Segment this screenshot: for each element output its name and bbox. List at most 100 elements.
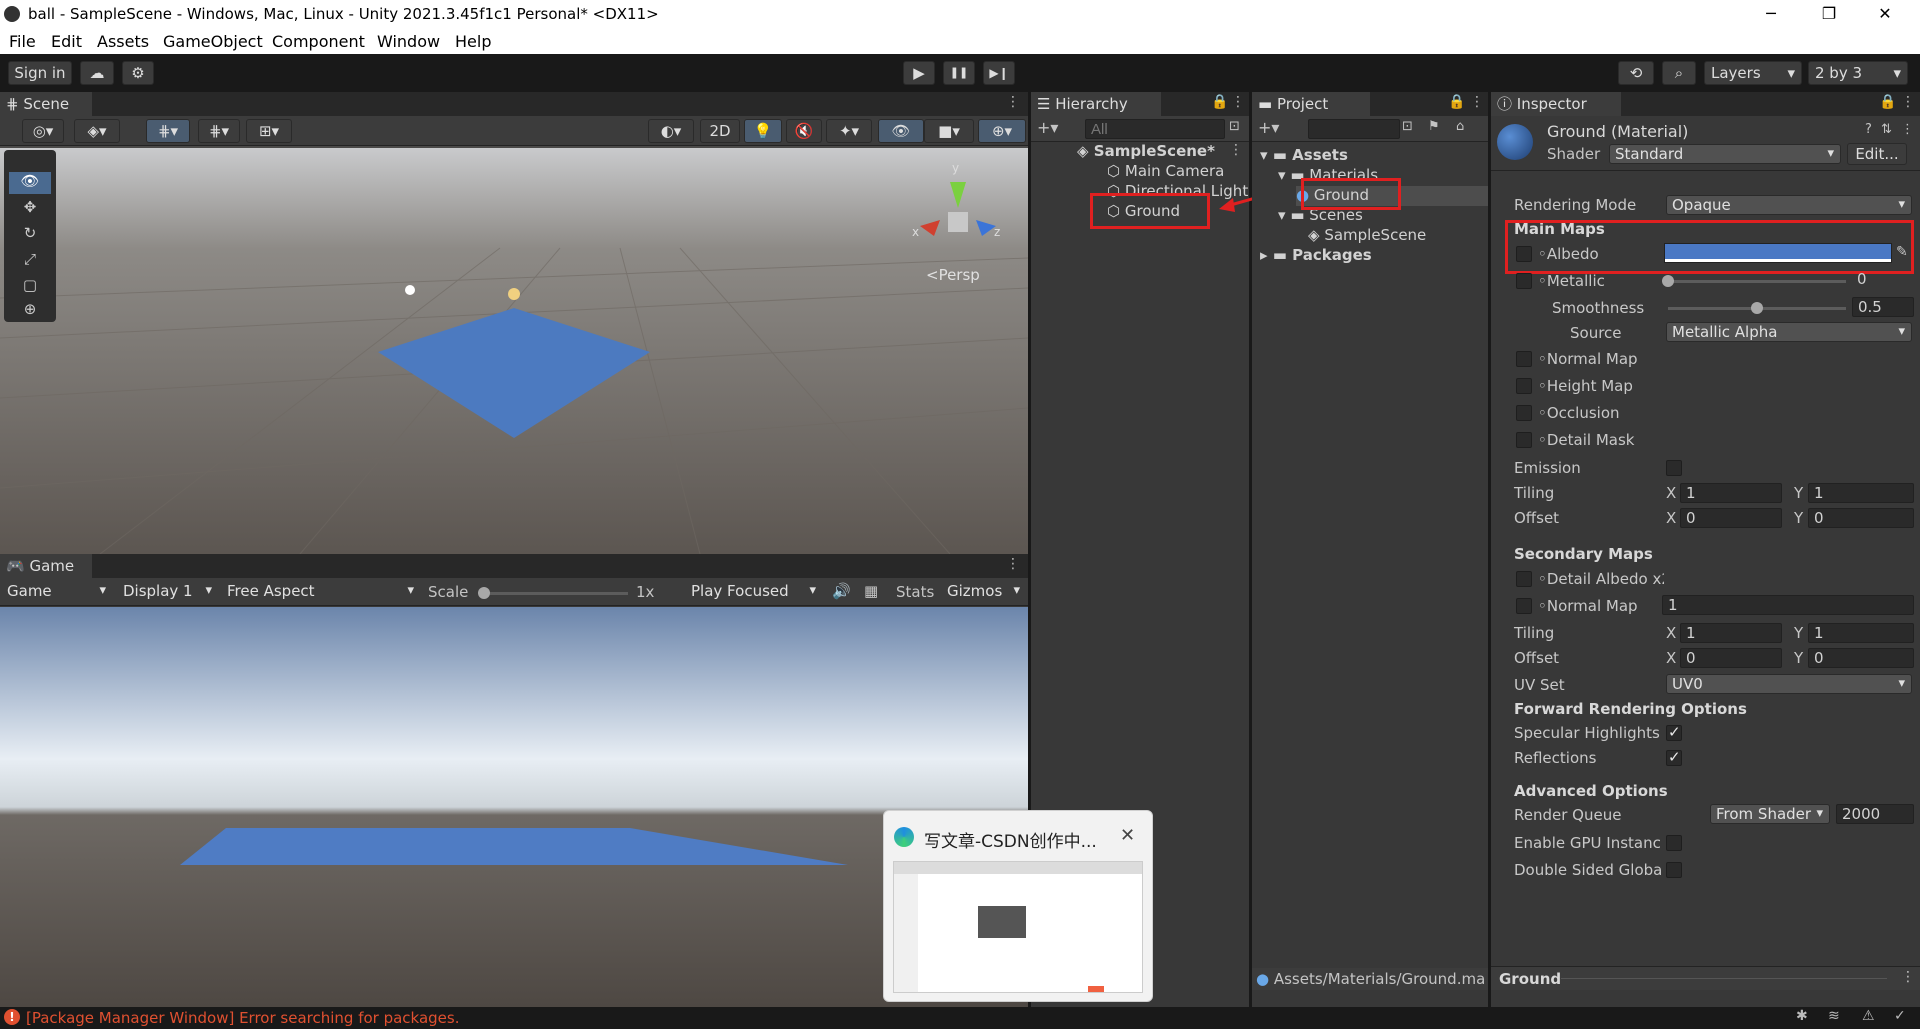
hierarchy-menu-icon[interactable]: ⋮ bbox=[1231, 94, 1245, 110]
menu-window[interactable]: Window bbox=[377, 32, 440, 51]
cloud-icon[interactable]: ☁ bbox=[80, 61, 114, 85]
scene-options-icon[interactable]: ⋮ bbox=[1229, 142, 1243, 158]
detail-mask-texture-slot[interactable] bbox=[1516, 432, 1532, 448]
create-asset-button[interactable]: +▾ bbox=[1258, 118, 1279, 137]
aspect-dropdown[interactable]: Free Aspect bbox=[222, 582, 420, 602]
render-queue-field[interactable]: 2000 bbox=[1836, 804, 1914, 824]
lock-icon[interactable]: 🔒 bbox=[1879, 94, 1896, 110]
scene-menu-icon[interactable]: ⋮ bbox=[1006, 94, 1020, 110]
audio-mute-icon[interactable]: 🔇 bbox=[786, 119, 822, 143]
play-focused-dropdown[interactable]: Play Focused bbox=[686, 582, 822, 602]
cache-icon[interactable]: ≋ bbox=[1828, 1008, 1840, 1024]
collab-gear-icon[interactable]: ⚙ bbox=[122, 61, 154, 85]
tab-project[interactable]: ▬ Project bbox=[1252, 92, 1370, 116]
smoothness-slider-knob[interactable] bbox=[1751, 302, 1763, 314]
offset-y-field[interactable]: 0 bbox=[1808, 508, 1914, 528]
shader-dropdown[interactable]: Standard bbox=[1609, 144, 1841, 164]
add-object-button[interactable]: +▾ bbox=[1037, 118, 1058, 137]
secondary-offset-x-field[interactable]: 0 bbox=[1680, 648, 1782, 668]
play-button[interactable]: ▶ bbox=[903, 61, 935, 85]
tiling-y-field[interactable]: 1 bbox=[1808, 483, 1914, 503]
tab-hierarchy[interactable]: ☰ Hierarchy bbox=[1031, 92, 1161, 116]
inspector-menu-icon[interactable]: ⋮ bbox=[1901, 94, 1915, 110]
sign-in-button[interactable]: Sign in bbox=[8, 61, 72, 85]
move-tool-icon[interactable]: ✥ bbox=[9, 198, 51, 220]
volume-icon[interactable]: 🔊 bbox=[832, 582, 851, 600]
popup-thumbnail[interactable] bbox=[893, 861, 1143, 993]
menu-help[interactable]: Help bbox=[455, 32, 491, 51]
view-tool-icon[interactable]: 👁 bbox=[9, 172, 51, 194]
menu-assets[interactable]: Assets bbox=[97, 32, 149, 51]
secondary-normal-scale-field[interactable]: 1 bbox=[1662, 595, 1914, 615]
collab-icon[interactable]: ⚠ bbox=[1862, 1008, 1875, 1024]
search-filter-icon[interactable]: ⊡ bbox=[1229, 119, 1240, 134]
render-queue-dropdown[interactable]: From Shader bbox=[1710, 804, 1830, 824]
scale-tool-icon[interactable]: ⤢ bbox=[9, 250, 51, 272]
tag-icon[interactable]: ⌂ bbox=[1456, 119, 1464, 134]
rendering-mode-dropdown[interactable]: Opaque bbox=[1666, 195, 1912, 215]
pause-button[interactable]: ❚❚ bbox=[943, 61, 975, 85]
ruler-icon[interactable]: ⊞▾ bbox=[246, 119, 292, 143]
debug-icon[interactable]: ✱ bbox=[1796, 1008, 1808, 1024]
error-icon[interactable]: ! bbox=[4, 1009, 20, 1025]
lock-icon[interactable]: 🔒 bbox=[1448, 94, 1465, 110]
occlusion-texture-slot[interactable] bbox=[1516, 405, 1532, 421]
layers-dropdown[interactable]: Layers ▾ bbox=[1704, 61, 1802, 85]
search-icon[interactable]: ⌕ bbox=[1662, 61, 1696, 85]
metallic-slider-knob[interactable] bbox=[1662, 275, 1674, 287]
metallic-value-field[interactable]: 0 bbox=[1852, 270, 1914, 290]
preview-menu-icon[interactable]: ⋮ bbox=[1901, 969, 1915, 985]
tab-inspector[interactable]: ⓘ Inspector bbox=[1491, 92, 1621, 116]
project-tree-assets[interactable]: ▾ ▬ Assets bbox=[1260, 146, 1348, 164]
stats-button[interactable]: Stats bbox=[896, 583, 934, 601]
tiling-x-field[interactable]: 1 bbox=[1680, 483, 1782, 503]
edit-shader-button[interactable]: Edit... bbox=[1847, 143, 1907, 165]
normal-map-texture-slot[interactable] bbox=[1516, 351, 1532, 367]
rect-tool-icon[interactable]: ▢ bbox=[9, 276, 51, 298]
grid-snap-icon[interactable]: ⋕▾ bbox=[146, 119, 190, 143]
secondary-normal-map-slot[interactable] bbox=[1516, 598, 1532, 614]
game-viewport[interactable] bbox=[0, 607, 1028, 1007]
camera-icon[interactable]: ■▾ bbox=[924, 119, 974, 143]
secondary-tiling-x-field[interactable]: 1 bbox=[1680, 623, 1782, 643]
grid-icon[interactable]: ▦ bbox=[864, 582, 878, 600]
project-tree-packages[interactable]: ▸ ▬ Packages bbox=[1260, 246, 1372, 264]
menu-file[interactable]: File bbox=[9, 32, 36, 51]
menu-component[interactable]: Component bbox=[272, 32, 365, 51]
uv-set-dropdown[interactable]: UV0 bbox=[1666, 674, 1912, 694]
snap-increment-icon[interactable]: ⋕▾ bbox=[198, 119, 240, 143]
mode-2d-button[interactable]: 2D bbox=[700, 119, 740, 143]
gpu-instancing-checkbox[interactable] bbox=[1666, 835, 1682, 851]
status-error-message[interactable]: [Package Manager Window] Error searching… bbox=[26, 1009, 460, 1027]
effects-icon[interactable]: ✦▾ bbox=[826, 119, 872, 143]
game-menu-icon[interactable]: ⋮ bbox=[1006, 556, 1020, 572]
game-view-dropdown[interactable]: Game bbox=[2, 582, 112, 602]
project-search-input[interactable] bbox=[1308, 119, 1400, 139]
draw-mode-icon[interactable]: ◎▾ bbox=[22, 119, 64, 143]
history-icon[interactable]: ⟲ bbox=[1618, 61, 1654, 85]
scene-viewport[interactable]: y x z <Persp bbox=[0, 148, 1028, 554]
gizmos-globe-icon[interactable]: ⊕▾ bbox=[978, 119, 1026, 143]
directional-light-icon[interactable] bbox=[508, 288, 520, 300]
smoothness-value-field[interactable]: 0.5 bbox=[1852, 297, 1914, 317]
component-menu-icon[interactable]: ⋮ bbox=[1901, 122, 1914, 137]
metallic-texture-slot[interactable] bbox=[1516, 273, 1532, 289]
minimize-button[interactable]: ─ bbox=[1748, 2, 1794, 26]
layout-dropdown[interactable]: 2 by 3 ▾ bbox=[1808, 61, 1908, 85]
taskbar-preview-popup[interactable]: 写文章-CSDN创作中... ✕ bbox=[883, 810, 1153, 1002]
double-sided-gi-checkbox[interactable] bbox=[1666, 862, 1682, 878]
lock-icon[interactable]: 🔒 bbox=[1211, 94, 1228, 110]
scale-slider-knob[interactable] bbox=[478, 587, 490, 599]
tab-game[interactable]: 🎮 Game bbox=[0, 554, 92, 578]
preset-icon[interactable]: ⇅ bbox=[1881, 122, 1892, 137]
secondary-offset-y-field[interactable]: 0 bbox=[1808, 648, 1914, 668]
metallic-slider-track[interactable] bbox=[1668, 280, 1846, 283]
step-button[interactable]: ▶❙ bbox=[983, 61, 1015, 85]
lighting-icon[interactable]: 💡 bbox=[744, 119, 782, 143]
hierarchy-scene-root[interactable]: ◈ SampleScene* bbox=[1077, 142, 1215, 160]
rotate-tool-icon[interactable]: ↻ bbox=[9, 224, 51, 246]
help-icon[interactable]: ? bbox=[1865, 122, 1872, 137]
transform-tool-icon[interactable]: ⊕ bbox=[9, 300, 51, 320]
menu-gameobject[interactable]: GameObject bbox=[163, 32, 263, 51]
tab-scene[interactable]: ⋕ Scene bbox=[0, 92, 92, 116]
